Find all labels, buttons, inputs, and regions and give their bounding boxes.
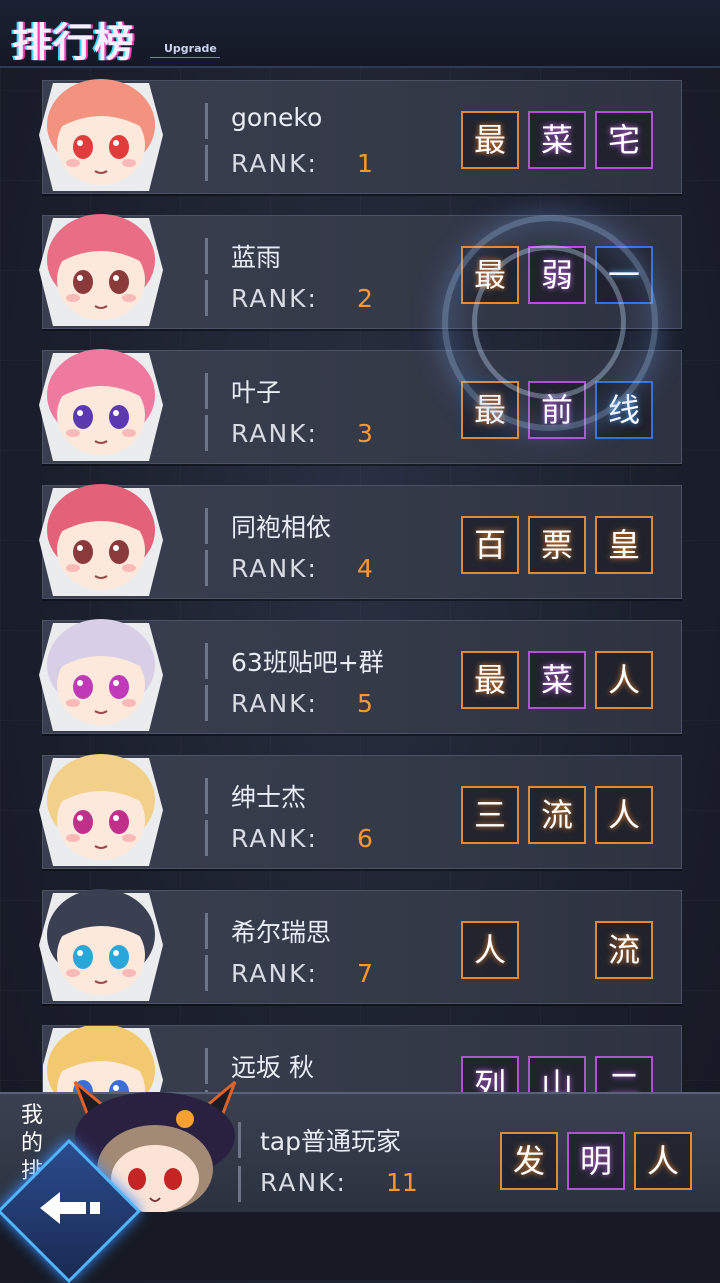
my-rank-text: RANK: [260,1168,347,1197]
row-separator [205,103,208,139]
player-name: 希尔瑞思 [231,918,332,947]
player-name: 同袍相依 [231,513,332,542]
leaderboard-row[interactable]: 希尔瑞思 RANK: 7 人流 [39,889,682,1004]
my-separator-bottom [238,1166,241,1202]
title-badge: 人 [595,651,653,709]
my-title-badge: 发 [500,1132,558,1190]
title-badge: 人 [595,786,653,844]
my-player-name: tap普通玩家 [260,1127,401,1156]
my-title-badge: 明 [567,1132,625,1190]
leaderboard-row[interactable]: 63班贴吧+群 RANK: 5 最菜人 [39,619,682,734]
subtitle-underline [150,57,220,58]
header-bar: 排行榜 Upgrade [0,0,720,68]
rank-text: RANK: [231,554,318,583]
title-badge: 人 [461,921,519,979]
row-separator [205,280,208,316]
row-separator [205,955,208,991]
player-name: 63班贴吧+群 [231,648,384,677]
title-badge: 流 [595,921,653,979]
title-badge: 流 [528,786,586,844]
tap-indicator-inner-ring [472,245,626,399]
title-badge: 三 [461,786,519,844]
title-badge: 二 [595,1056,653,1096]
page-subtitle: Upgrade [164,42,217,55]
my-rank-number: 11 [386,1168,418,1197]
rank-text: RANK: [231,284,318,313]
leaderboard-row[interactable]: 绅士杰 RANK: 6 三流人 [39,754,682,869]
title-badge: 列 [461,1056,519,1096]
title-badge: 最 [461,111,519,169]
title-badge: 菜 [528,651,586,709]
rank-text: RANK: [231,149,318,178]
row-separator [205,508,208,544]
my-title-badge: 人 [634,1132,692,1190]
title-badges: 最菜宅 [461,111,661,175]
player-avatar [39,754,163,866]
rank-text: RANK: [231,689,318,718]
title-badges: 百票皇 [461,516,661,580]
my-separator-top [238,1122,241,1158]
title-badge: 票 [528,516,586,574]
rank-number: 3 [357,419,373,448]
back-arrow-icon [40,1192,100,1224]
rank-text: RANK: [231,959,318,988]
row-separator [205,550,208,586]
title-badges: 三流人 [461,786,661,850]
row-separator [205,415,208,451]
row-separator [205,145,208,181]
player-name: 叶子 [231,378,282,407]
player-avatar [39,484,163,596]
leaderboard-row[interactable]: goneko RANK: 1 最菜宅 [39,79,682,194]
row-separator [205,685,208,721]
rank-text: RANK: [231,419,318,448]
page-title: 排行榜 [12,20,135,66]
player-name: goneko [231,103,323,132]
rank-number: 4 [357,554,373,583]
title-badge: 宅 [595,111,653,169]
title-badge [528,921,586,979]
title-badge: 皇 [595,516,653,574]
title-badges: 最菜人 [461,651,661,715]
player-name: 绅士杰 [231,783,307,812]
rank-number: 1 [357,149,373,178]
title-badge: 最 [461,651,519,709]
row-separator [205,373,208,409]
title-badge: 菜 [528,111,586,169]
row-separator [205,643,208,679]
rank-text: RANK: [231,824,318,853]
player-avatar [39,79,163,191]
player-name: 蓝雨 [231,243,282,272]
row-separator [205,913,208,949]
title-badge: 百 [461,516,519,574]
player-avatar [39,214,163,326]
row-separator [205,778,208,814]
title-badge: 山 [528,1056,586,1096]
rank-number: 5 [357,689,373,718]
title-badges: 人流 [461,921,661,985]
row-separator [205,238,208,274]
player-avatar [39,349,163,461]
rank-number: 2 [357,284,373,313]
rank-number: 6 [357,824,373,853]
my-title-badges: 发 明 人 [500,1132,700,1196]
player-avatar [39,889,163,1001]
title-badges: 列山二 [461,1056,661,1096]
player-avatar [39,619,163,731]
row-separator [205,820,208,856]
rank-number: 7 [357,959,373,988]
leaderboard-row[interactable]: 同袍相依 RANK: 4 百票皇 [39,484,682,599]
